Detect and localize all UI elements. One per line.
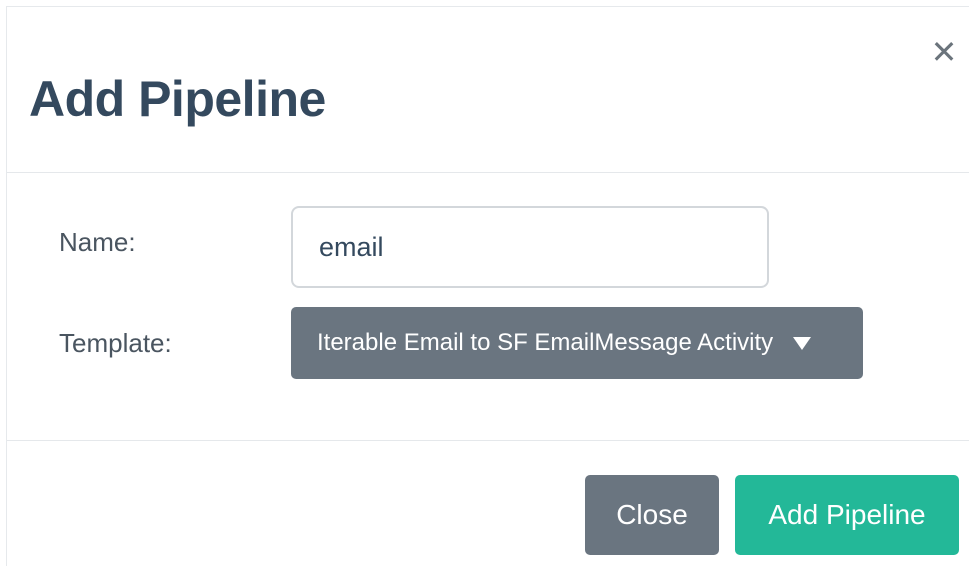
close-button[interactable]: Close (585, 475, 719, 555)
add-pipeline-button[interactable]: Add Pipeline (735, 475, 959, 555)
dialog-header: Add Pipeline ✕ (7, 7, 969, 173)
name-input[interactable] (291, 206, 769, 288)
dialog-footer: Close Add Pipeline (7, 441, 969, 567)
template-label: Template: (59, 328, 172, 358)
template-selected-value: Iterable Email to SF EmailMessage Activi… (317, 329, 774, 356)
template-dropdown[interactable]: Iterable Email to SF EmailMessage Activi… (291, 307, 863, 379)
dialog-body: Name: Template: Iterable Email to SF Ema… (7, 173, 969, 441)
add-pipeline-dialog: Add Pipeline ✕ Name: Template: Iterable … (6, 6, 969, 566)
caret-down-icon (793, 336, 812, 350)
dialog-title: Add Pipeline (29, 71, 326, 127)
name-label: Name: (59, 227, 136, 257)
close-icon[interactable]: ✕ (929, 36, 959, 68)
